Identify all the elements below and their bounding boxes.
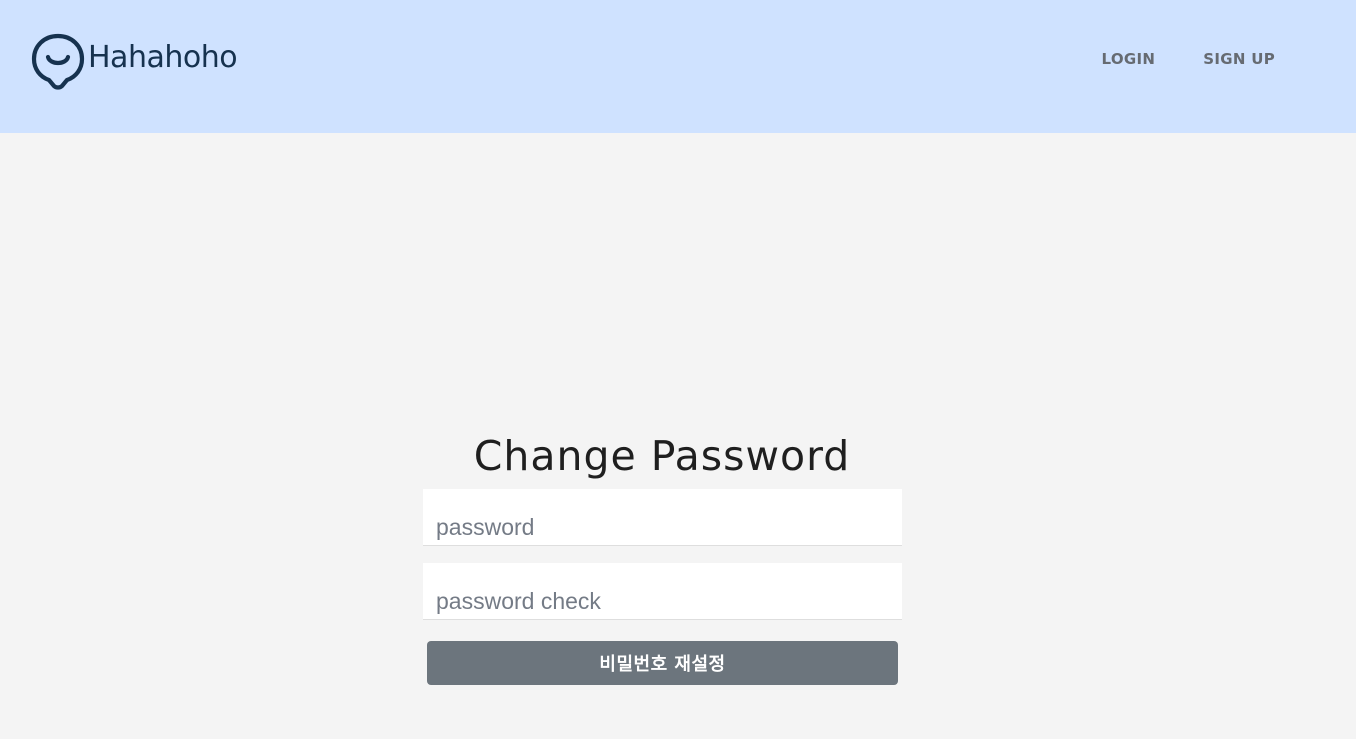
site-header: Hahahoho LOGIN SIGN UP (0, 0, 1356, 133)
brand-logo[interactable]: Hahahoho (30, 32, 238, 90)
signup-link[interactable]: SIGN UP (1203, 50, 1275, 68)
page-title: Change Password (473, 432, 851, 480)
password-check-field (423, 563, 902, 620)
reset-password-button[interactable]: 비밀번호 재설정 (427, 641, 898, 685)
top-nav: LOGIN SIGN UP (1102, 50, 1275, 68)
password-input[interactable] (423, 489, 902, 545)
speech-bubble-smile-icon (31, 33, 85, 90)
login-link[interactable]: LOGIN (1102, 50, 1156, 68)
password-check-input[interactable] (423, 563, 902, 619)
password-field (423, 489, 902, 546)
brand-name: Hahahoho (88, 39, 238, 75)
